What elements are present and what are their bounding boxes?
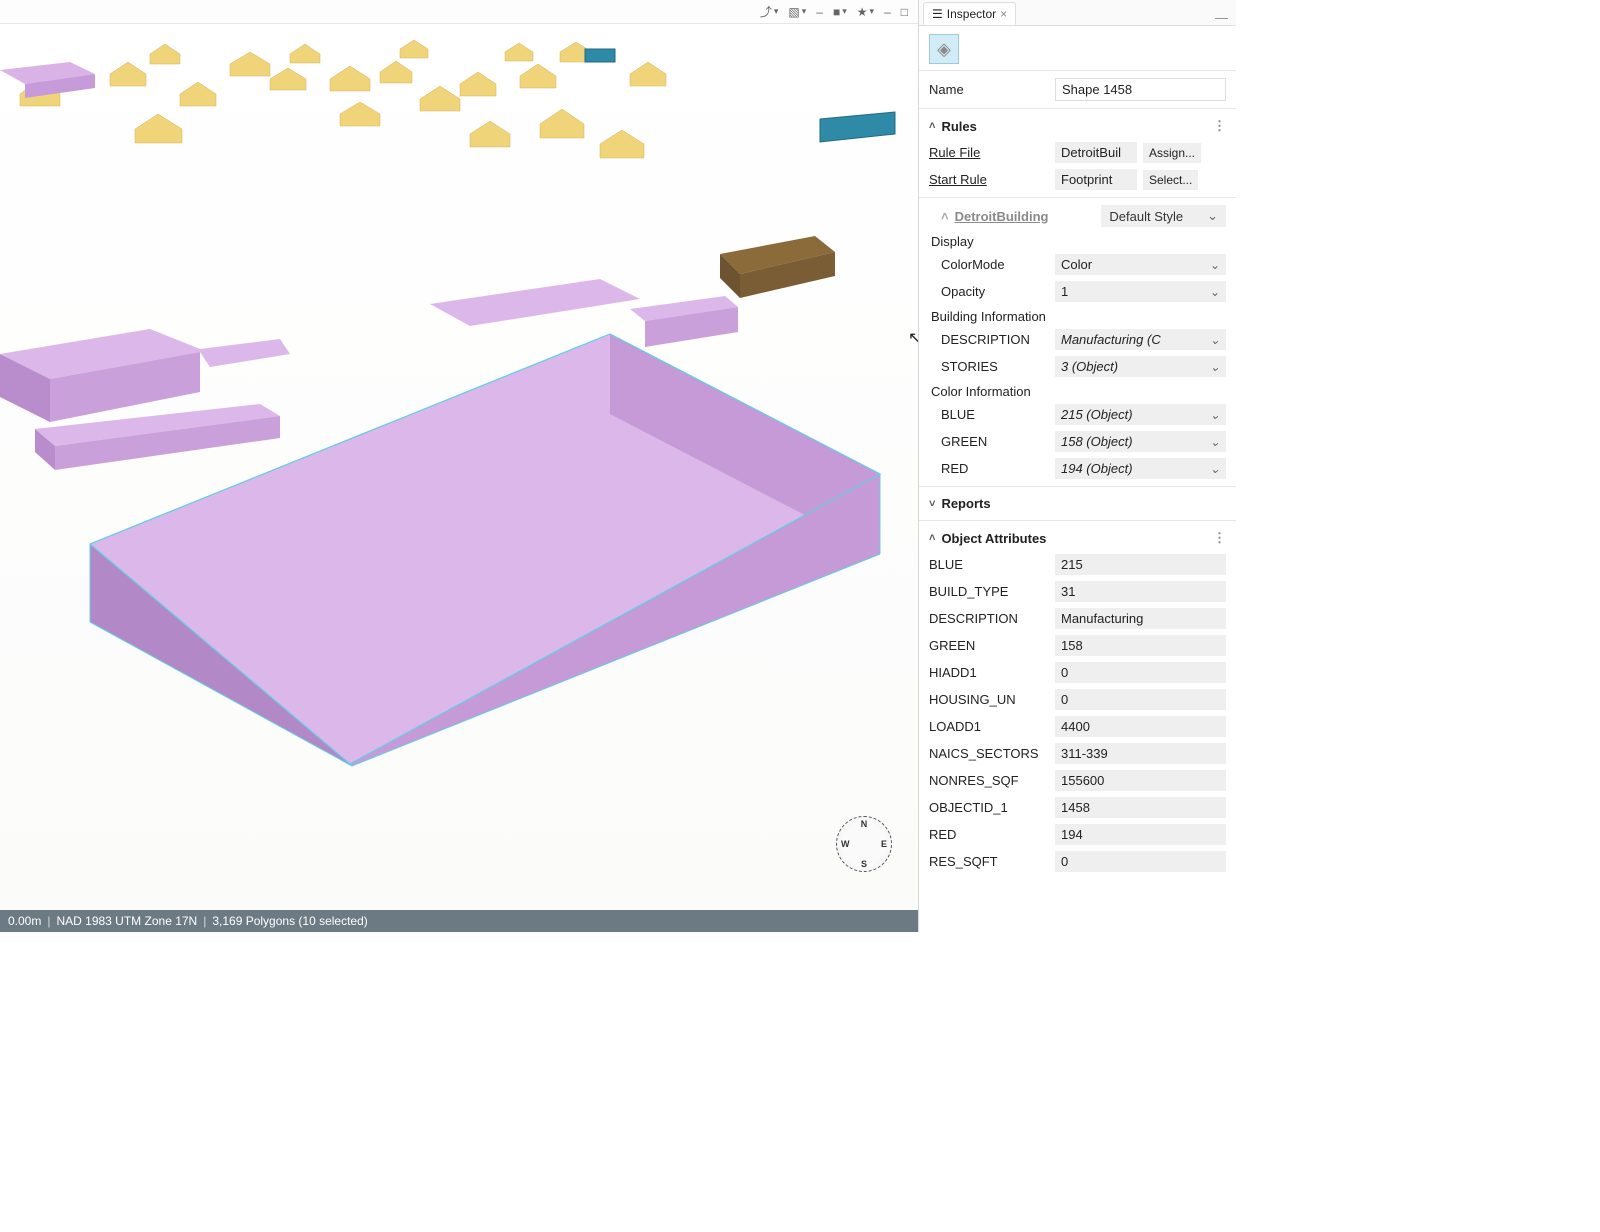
attr-key: BUILD_TYPE [929, 584, 1049, 599]
reports-section-header[interactable]: ˅ Reports [919, 491, 1236, 516]
more-icon[interactable]: ⋮ [1213, 530, 1226, 546]
blue-dropdown[interactable]: 215 (Object) [1055, 404, 1226, 425]
share-dropdown[interactable]: ⤴ [756, 3, 783, 20]
attr-value[interactable]: 215 [1055, 554, 1226, 575]
attr-key: LOADD1 [929, 719, 1049, 734]
attr-value[interactable]: 0 [1055, 689, 1226, 710]
status-range: 0.00m [8, 914, 41, 928]
maximize-icon[interactable]: □ [897, 5, 912, 19]
rule-file-label[interactable]: Rule File [929, 145, 1049, 160]
color-info-group: Color Information [919, 380, 1236, 401]
status-crs: NAD 1983 UTM Zone 17N [56, 914, 197, 928]
start-rule-value[interactable]: Footprint [1055, 169, 1137, 190]
name-input[interactable]: Shape 1458 [1055, 78, 1226, 101]
attr-key: GREEN [929, 638, 1049, 653]
colormode-label: ColorMode [929, 257, 1049, 272]
viewport-area: ⤴ ▧ – ■ ★ – □ [0, 0, 918, 932]
green-label: GREEN [929, 434, 1049, 449]
attr-value[interactable]: 155600 [1055, 770, 1226, 791]
attr-key: BLUE [929, 557, 1049, 572]
dash-toggle[interactable]: – [812, 5, 827, 19]
small-purple-building [0, 52, 120, 102]
green-dropdown[interactable]: 158 (Object) [1055, 431, 1226, 452]
attr-value[interactable]: 0 [1055, 851, 1226, 872]
object-attrs-section-header[interactable]: ˄ Object Attributes ⋮ [919, 525, 1236, 551]
attr-value[interactable]: 311-339 [1055, 743, 1226, 764]
chevron-up-icon: ˄ [929, 532, 935, 544]
opacity-label: Opacity [929, 284, 1049, 299]
more-icon[interactable]: ⋮ [1213, 118, 1226, 134]
panel-minimize-icon[interactable]: — [1215, 10, 1228, 25]
description-dropdown[interactable]: Manufacturing (C [1055, 329, 1226, 350]
inspector-tab-label: Inspector [947, 7, 996, 21]
attr-key: HOUSING_UN [929, 692, 1049, 707]
description-label: DESCRIPTION [929, 332, 1049, 347]
camera-dropdown[interactable]: ■ [829, 5, 851, 19]
stories-label: STORIES [929, 359, 1049, 374]
shape-type-icon[interactable]: ◈ [929, 34, 959, 64]
inspector-tab[interactable]: ☰ Inspector × [923, 2, 1016, 25]
bookmark-dropdown[interactable]: ★ [853, 5, 878, 19]
chevron-down-icon: ˅ [929, 498, 935, 510]
rules-section-header[interactable]: ˄ Rules ⋮ [919, 113, 1236, 139]
inspector-tabbar: ☰ Inspector × — [919, 0, 1236, 26]
start-rule-label[interactable]: Start Rule [929, 172, 1049, 187]
attr-key: RED [929, 827, 1049, 842]
attr-key: NAICS_SECTORS [929, 746, 1049, 761]
compass-icon[interactable]: NSEW [836, 816, 892, 872]
display-group: Display [919, 230, 1236, 251]
status-polygons: 3,169 Polygons (10 selected) [212, 914, 367, 928]
chevron-up-icon: ˄ [929, 120, 935, 132]
red-label: RED [929, 461, 1049, 476]
red-dropdown[interactable]: 194 (Object) [1055, 458, 1226, 479]
stories-dropdown[interactable]: 3 (Object) [1055, 356, 1226, 377]
attr-key: RES_SQFT [929, 854, 1049, 869]
sliders-icon: ☰ [932, 7, 943, 21]
rule-file-value[interactable]: DetroitBuil [1055, 142, 1137, 163]
attr-value[interactable]: 158 [1055, 635, 1226, 656]
attr-key: HIADD1 [929, 665, 1049, 680]
attr-value[interactable]: 1458 [1055, 797, 1226, 818]
attr-key: OBJECTID_1 [929, 800, 1049, 815]
attr-value[interactable]: 4400 [1055, 716, 1226, 737]
style-dropdown[interactable]: Default Style [1101, 205, 1226, 227]
blue-label: BLUE [929, 407, 1049, 422]
box-dropdown[interactable]: ▧ [784, 5, 810, 19]
close-icon[interactable]: × [1000, 7, 1007, 21]
assign-button[interactable]: Assign... [1143, 143, 1201, 163]
minimize-icon[interactable]: – [880, 5, 895, 19]
building-info-group: Building Information [919, 305, 1236, 326]
detroit-building-header[interactable]: ˄ DetroitBuilding Default Style [919, 202, 1236, 230]
opacity-dropdown[interactable]: 1 [1055, 281, 1226, 302]
attr-value[interactable]: Manufacturing [1055, 608, 1226, 629]
attr-key: NONRES_SQF [929, 773, 1049, 788]
viewport-toolbar: ⤴ ▧ – ■ ★ – □ [0, 0, 918, 24]
attr-key: DESCRIPTION [929, 611, 1049, 626]
name-label: Name [929, 82, 1049, 97]
3d-viewport[interactable]: NSEW ↖ [0, 24, 918, 910]
background-houses [0, 24, 918, 224]
attr-value[interactable]: 31 [1055, 581, 1226, 602]
status-bar: 0.00m | NAD 1983 UTM Zone 17N | 3,169 Po… [0, 910, 918, 932]
selected-purple-building[interactable] [70, 244, 910, 774]
inspector-panel: ☰ Inspector × — ◈ Name Shape 1458 ˄ Rule… [918, 0, 1236, 932]
attr-value[interactable]: 194 [1055, 824, 1226, 845]
colormode-dropdown[interactable]: Color [1055, 254, 1226, 275]
chevron-up-icon: ˄ [941, 209, 949, 224]
attr-value[interactable]: 0 [1055, 662, 1226, 683]
select-button[interactable]: Select... [1143, 170, 1198, 190]
